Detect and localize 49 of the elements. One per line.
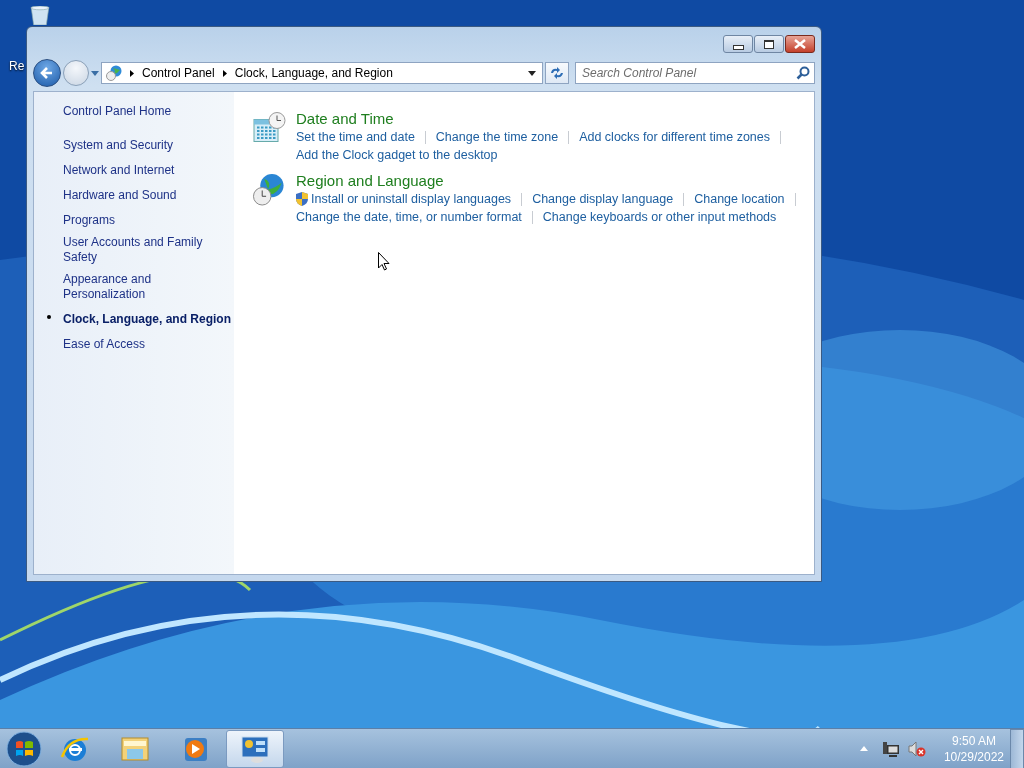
dropdown-caret-icon[interactable]: [528, 70, 536, 76]
task-link[interactable]: Change display language: [532, 192, 674, 206]
sidebar-link[interactable]: Control Panel Home: [63, 104, 234, 118]
sidebar-link[interactable]: Clock, Language, and Region: [63, 312, 232, 327]
task-link[interactable]: Change the time zone: [435, 130, 559, 144]
sidebar-link[interactable]: Programs: [63, 213, 115, 228]
back-button[interactable]: [33, 59, 61, 87]
task-link[interactable]: Change keyboards or other input methods: [542, 210, 777, 224]
sidebar-link[interactable]: System and Security: [63, 138, 174, 153]
sidebar-link[interactable]: Appearance and Personalization: [63, 272, 233, 302]
breadcrumb-arrow-icon[interactable]: [222, 69, 227, 77]
breadcrumb-item[interactable]: Clock, Language, and Region: [234, 66, 393, 80]
control-panel-icon: [106, 65, 122, 81]
clock-date: 10/29/2022: [943, 748, 1004, 765]
sidebar-link[interactable]: Hardware and Sound: [63, 188, 177, 203]
shield-icon: [296, 192, 308, 206]
recent-pages-caret-icon[interactable]: [91, 70, 99, 76]
breadcrumb-item[interactable]: Control Panel: [142, 66, 215, 80]
task-link[interactable]: Add the Clock gadget to the desktop: [296, 148, 498, 162]
globe-clock-icon: [252, 173, 286, 206]
network-icon[interactable]: [881, 740, 900, 757]
search-icon[interactable]: [796, 66, 810, 80]
category-title-link[interactable]: Date and Time: [296, 109, 394, 128]
mouse-pointer-icon: [378, 252, 390, 271]
back-arrow-icon: [39, 65, 55, 81]
address-bar[interactable]: Control Panel Clock, Language, and Region: [101, 62, 543, 84]
taskbar-app-button[interactable]: [226, 729, 284, 768]
minimize-button[interactable]: [723, 35, 753, 53]
maximize-button[interactable]: [754, 35, 784, 53]
refresh-button[interactable]: [545, 62, 569, 84]
calendar-clock-icon: [252, 111, 286, 144]
task-link[interactable]: Add clocks for different time zones: [579, 130, 770, 144]
sidebar-link[interactable]: Ease of Access: [63, 337, 146, 352]
show-desktop-button[interactable]: [1010, 728, 1024, 768]
sidebar-link[interactable]: Network and Internet: [63, 163, 175, 178]
search-field[interactable]: Search Control Panel: [575, 62, 815, 84]
category-title-link[interactable]: Region and Language: [296, 171, 444, 190]
close-icon: [794, 39, 806, 49]
sidebar-link[interactable]: User Accounts and Family Safety: [63, 235, 233, 265]
task-link[interactable]: Change location: [694, 192, 785, 206]
muted-speaker-icon[interactable]: [907, 740, 926, 757]
desktop-icon-label[interactable]: Re: [9, 59, 25, 73]
task-link[interactable]: Install or uninstall display languages: [296, 192, 512, 206]
breadcrumb-arrow-icon[interactable]: [130, 69, 134, 77]
task-link[interactable]: Change the date, time, or number format: [296, 210, 522, 224]
refresh-icon: [549, 66, 565, 80]
close-button[interactable]: [785, 35, 815, 53]
clock-time: 9:50 AM: [951, 732, 996, 749]
task-link[interactable]: Set the time and date: [296, 130, 415, 144]
